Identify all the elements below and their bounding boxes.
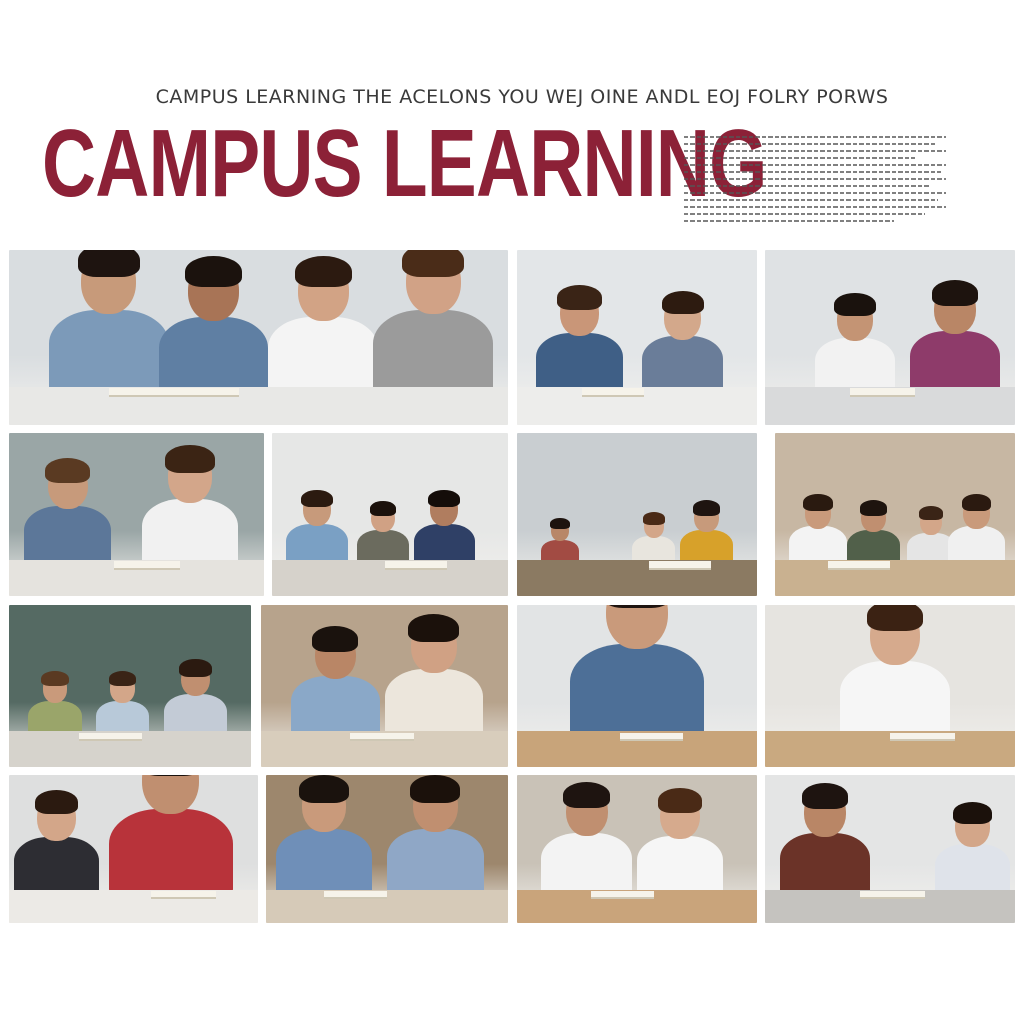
- photo-students-bookshelf-pair: [266, 775, 508, 923]
- person-figure: [789, 494, 847, 567]
- desk-surface: [9, 890, 258, 923]
- open-book: [79, 732, 143, 742]
- person-figure: [13, 790, 99, 897]
- person-figure: [847, 500, 900, 567]
- person-figure: [910, 280, 1000, 394]
- open-book: [850, 388, 915, 397]
- desk-surface: [517, 560, 757, 596]
- open-book: [581, 388, 645, 397]
- person-figure: [541, 781, 633, 897]
- open-book: [890, 732, 955, 742]
- photo-students-classroom-whiteboard: [272, 433, 508, 596]
- photo-students-desk-pair: [765, 250, 1015, 425]
- person-figure: [413, 489, 475, 567]
- desk-surface: [9, 386, 508, 425]
- open-book: [620, 732, 683, 742]
- photo-student-writing-notes: [517, 605, 757, 767]
- open-book: [150, 891, 216, 900]
- fine-print-block: [684, 136, 946, 232]
- open-book: [591, 891, 654, 900]
- person-figure: [163, 658, 227, 738]
- person-figure: [536, 285, 623, 394]
- person-figure: [815, 292, 895, 394]
- person-figure: [373, 250, 494, 394]
- desk-surface: [775, 560, 1015, 596]
- person-figure: [96, 670, 150, 738]
- person-figure: [384, 613, 484, 738]
- person-figure: [108, 775, 234, 897]
- person-figure: [637, 787, 724, 897]
- person-figure: [286, 489, 348, 567]
- person-figure: [24, 457, 111, 567]
- person-figure: [28, 670, 82, 738]
- photo-students-library-reading: [261, 605, 508, 767]
- photo-student-smiling-writing: [765, 605, 1015, 767]
- open-book: [860, 891, 925, 900]
- person-figure: [48, 250, 169, 394]
- person-figure: [356, 501, 409, 567]
- photo-students-library-hall: [517, 433, 757, 596]
- person-figure: [268, 255, 379, 394]
- photo-students-reading-group: [9, 250, 508, 425]
- person-figure: [947, 494, 1006, 567]
- person-figure: [158, 255, 269, 394]
- open-book: [324, 891, 387, 900]
- person-figure: [387, 775, 484, 897]
- person-figure: [275, 775, 373, 897]
- person-figure: [780, 783, 870, 897]
- person-figure: [632, 512, 676, 567]
- photo-students-notebook-pair: [9, 775, 258, 923]
- desk-surface: [266, 890, 508, 923]
- person-figure: [569, 605, 705, 738]
- photo-students-cafeteria-books: [517, 775, 757, 923]
- photo-students-study-window: [9, 433, 264, 596]
- open-book: [385, 561, 447, 570]
- person-figure: [641, 291, 724, 394]
- open-book: [649, 561, 712, 570]
- page-title: CAMPUS LEARNING: [42, 110, 767, 217]
- photo-students-laptop-duo: [517, 250, 757, 425]
- open-book: [349, 732, 415, 742]
- open-book: [113, 561, 180, 570]
- open-book: [108, 388, 239, 397]
- person-figure: [935, 802, 1010, 897]
- person-figure: [840, 605, 950, 738]
- photo-students-laptop-classroom: [765, 775, 1015, 923]
- person-figure: [680, 500, 733, 567]
- photo-students-round-table: [9, 605, 251, 767]
- photo-students-group-table: [775, 433, 1015, 596]
- subtitle: CAMPUS LEARNING THE ACELONS YOU WEJ OINE…: [155, 86, 889, 108]
- person-figure: [141, 444, 239, 567]
- open-book: [827, 561, 891, 570]
- person-figure: [290, 626, 380, 738]
